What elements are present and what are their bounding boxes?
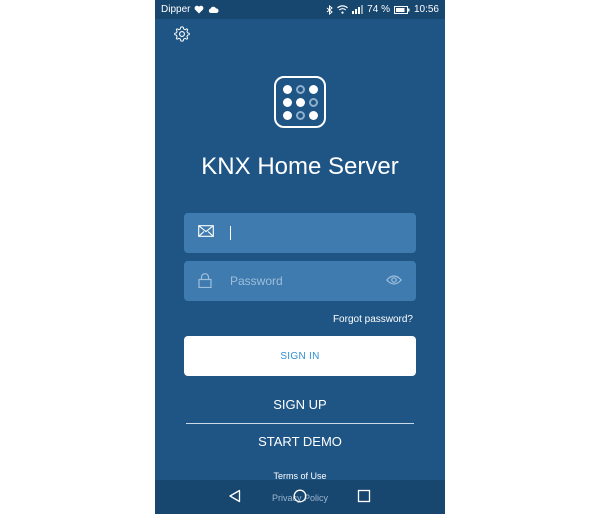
email-field[interactable] (184, 213, 416, 253)
clock: 10:56 (413, 4, 439, 15)
bluetooth-icon (326, 4, 333, 15)
carrier-name: Dipper (161, 4, 191, 15)
battery-percent: 74 % (367, 4, 390, 15)
start-demo-button[interactable]: START DEMO (155, 434, 445, 449)
home-icon[interactable] (293, 489, 307, 503)
phone-screen: Dipper 74 % 10:56 KNX Home Server Forgot… (155, 0, 445, 514)
logo-dot (283, 98, 292, 107)
cloud-icon (209, 6, 220, 13)
status-right: 74 % 10:56 (326, 4, 439, 15)
status-left: Dipper (161, 4, 220, 15)
forgot-password-link[interactable]: Forgot password? (333, 314, 413, 325)
battery-icon (393, 5, 410, 14)
logo-dot (296, 98, 305, 107)
app-logo (274, 76, 326, 128)
logo-dot (283, 85, 292, 94)
status-bar: Dipper 74 % 10:56 (155, 0, 445, 19)
envelope-icon (198, 225, 214, 237)
logo-dot (283, 111, 292, 120)
eye-icon[interactable] (386, 274, 402, 286)
logo-dot (296, 111, 305, 120)
app-title: KNX Home Server (201, 153, 399, 180)
email-input[interactable] (230, 221, 380, 245)
lock-icon (198, 273, 212, 288)
heart-icon (195, 5, 204, 14)
gear-icon[interactable] (173, 25, 191, 43)
recent-apps-icon[interactable] (357, 489, 371, 503)
password-input[interactable] (230, 269, 380, 293)
divider (186, 423, 414, 424)
wifi-icon (337, 5, 349, 14)
signal-icon (352, 5, 364, 14)
logo-dot (296, 85, 305, 94)
logo-dot (309, 98, 318, 107)
sign-in-button[interactable]: SIGN IN (184, 336, 416, 376)
back-icon[interactable] (228, 489, 242, 503)
logo-dot (309, 111, 318, 120)
logo-dot (309, 85, 318, 94)
sign-up-button[interactable]: SIGN UP (155, 397, 445, 412)
password-field[interactable] (184, 261, 416, 301)
